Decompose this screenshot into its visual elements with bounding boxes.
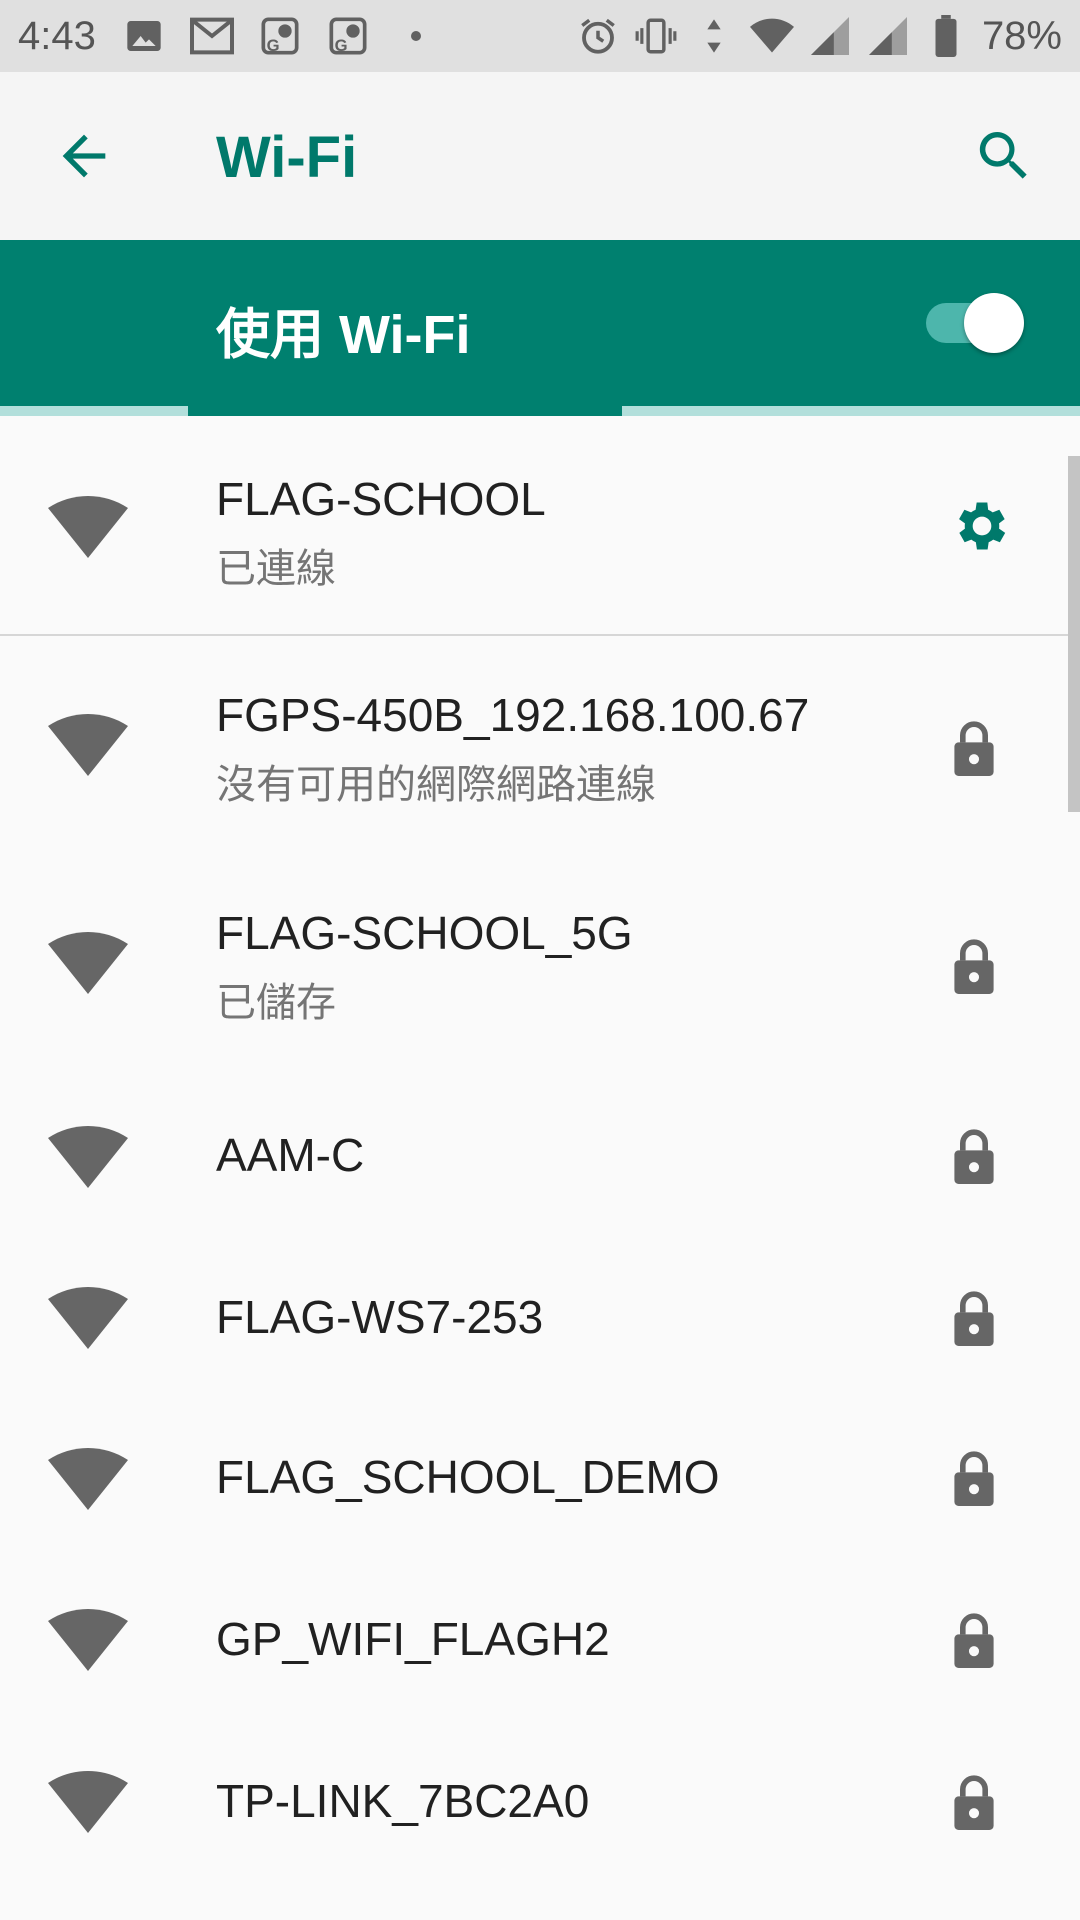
network-status: 已儲存	[216, 981, 336, 1025]
wifi-signal-icon	[749, 14, 794, 58]
wifi-signal-icon	[48, 1126, 128, 1188]
lock-icon	[950, 1612, 998, 1668]
cell-signal-icon	[808, 14, 852, 58]
vibrate-icon	[634, 14, 678, 58]
network-row[interactable]: FLAG-WS7-253	[0, 1234, 1080, 1394]
network-ssid: FLAG-SCHOOL	[216, 473, 546, 525]
page-title: Wi-Fi	[216, 125, 358, 190]
maps-notification-icon: G	[258, 14, 302, 58]
network-row[interactable]: FLAG-SCHOOL_5G 已儲存	[0, 854, 1080, 1072]
lock-icon	[950, 720, 998, 776]
network-row[interactable]: TP-LINK_7BC2A0	[0, 1718, 1080, 1880]
search-icon[interactable]	[972, 124, 1036, 188]
wifi-signal-icon	[48, 714, 128, 776]
scanning-progress-bar	[188, 406, 622, 416]
network-ssid: FLAG_SCHOOL_DEMO	[216, 1451, 720, 1503]
network-ssid: AAM-C	[216, 1129, 365, 1181]
dot-icon	[394, 14, 438, 58]
network-row[interactable]: GP_WIFI_FLAGH2	[0, 1556, 1080, 1718]
arrow-back-icon[interactable]	[52, 124, 116, 188]
network-ssid: FLAG-WS7-253	[216, 1291, 544, 1343]
network-status: 已連線	[216, 547, 336, 591]
lock-icon	[950, 1128, 998, 1184]
wifi-signal-icon	[48, 932, 128, 994]
lock-icon	[950, 1290, 998, 1346]
alarm-icon	[576, 14, 620, 58]
network-ssid: FGPS-450B_192.168.100.67	[216, 689, 810, 741]
lock-icon	[950, 1450, 998, 1506]
svg-text:G: G	[267, 36, 280, 55]
image-icon	[122, 14, 166, 58]
scrollbar[interactable]	[1068, 456, 1080, 812]
wifi-signal-icon	[48, 1609, 128, 1671]
wifi-settings-screen: 4:43 G G 78% Wi-Fi 使用 Wi-Fi FLAG-SCHOOL …	[0, 0, 1080, 1920]
network-ssid: FLAG-SCHOOL_5G	[216, 907, 633, 959]
cell-signal-icon	[866, 14, 910, 58]
wifi-signal-icon	[48, 1771, 128, 1833]
wifi-toggle-switch[interactable]	[922, 293, 1024, 353]
svg-text:G: G	[335, 36, 348, 55]
wifi-signal-icon	[48, 1448, 128, 1510]
maps-notification-icon: G	[326, 14, 370, 58]
status-time: 4:43	[18, 13, 96, 58]
network-status: 沒有可用的網際網路連線	[216, 763, 656, 807]
status-bar: 4:43 G G 78%	[0, 0, 1080, 72]
network-row[interactable]: FLAG_SCHOOL_DEMO	[0, 1394, 1080, 1556]
gear-icon[interactable]	[950, 494, 1014, 558]
toggle-thumb	[964, 293, 1024, 353]
status-right-cluster: 78%	[576, 14, 1062, 59]
data-arrows-icon	[692, 14, 736, 58]
lock-icon	[950, 1774, 998, 1830]
app-bar: Wi-Fi	[0, 72, 1080, 240]
network-ssid: TP-LINK_7BC2A0	[216, 1775, 590, 1827]
network-row[interactable]: FGPS-450B_192.168.100.67 沒有可用的網際網路連線	[0, 636, 1080, 854]
gmail-icon	[189, 14, 234, 58]
network-row-connected[interactable]: FLAG-SCHOOL 已連線	[0, 416, 1080, 636]
use-wifi-switch-bar[interactable]: 使用 Wi-Fi	[0, 240, 1080, 416]
lock-icon	[950, 938, 998, 994]
network-ssid: GP_WIFI_FLAGH2	[216, 1613, 610, 1665]
battery-icon	[924, 14, 968, 58]
wifi-signal-icon	[48, 1287, 128, 1349]
battery-percent: 78%	[981, 13, 1062, 58]
use-wifi-label: 使用 Wi-Fi	[216, 305, 471, 365]
wifi-signal-icon	[48, 496, 128, 558]
network-row[interactable]: AAM-C	[0, 1072, 1080, 1234]
